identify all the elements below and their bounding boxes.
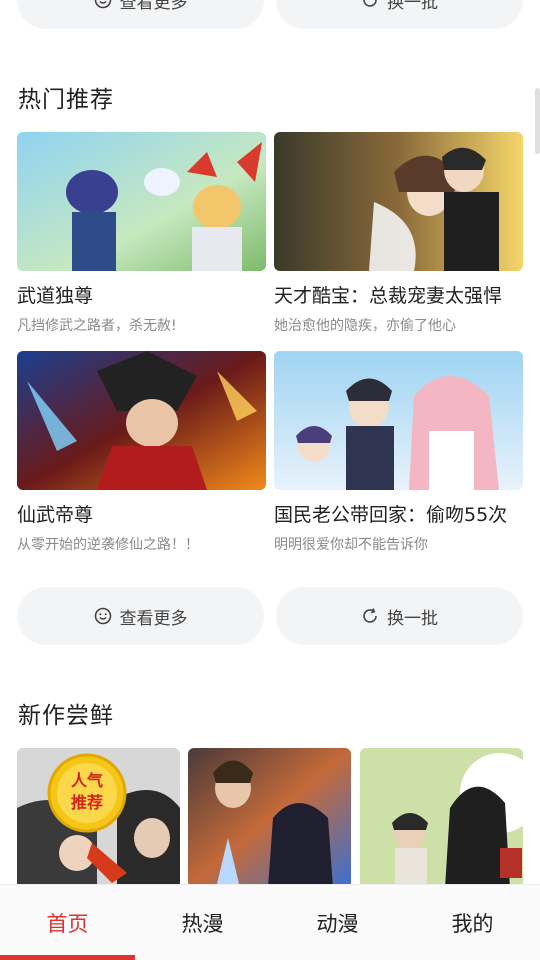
comic-card[interactable]: 国民老公带回家：偷吻55次 明明很爱你却不能告诉你 (274, 351, 523, 554)
comic-title: 国民老公带回家：偷吻55次 (274, 504, 508, 526)
refresh-icon (361, 607, 379, 625)
refresh-button[interactable]: 换一批 (276, 0, 523, 29)
more-label: 查看更多 (119, 0, 188, 13)
refresh-label: 换一批 (387, 0, 438, 13)
comic-card[interactable]: 仙武帝尊 从零开始的逆袭修仙之路！！ (17, 351, 266, 554)
more-button[interactable]: 查看更多 (17, 587, 264, 645)
smile-icon (94, 0, 112, 9)
comic-card[interactable]: 武道独尊 凡挡修武之路者，杀无赦! (17, 132, 266, 335)
nav-tab-label: 热漫 (181, 911, 224, 936)
comic-title: 仙武帝尊 (17, 504, 94, 526)
refresh-button[interactable]: 换一批 (276, 587, 523, 645)
svg-text:人气: 人气 (71, 771, 103, 790)
svg-text:推荐: 推荐 (71, 793, 103, 812)
more-button[interactable]: 查看更多 (17, 0, 264, 29)
comic-subtitle: 从零开始的逆袭修仙之路！！ (17, 537, 199, 553)
comic-subtitle: 她治愈他的隐疾，亦偷了他心 (274, 318, 456, 334)
nav-tab-mine[interactable]: 我的 (405, 885, 540, 960)
nav-tab-home[interactable]: 首页 (0, 885, 135, 960)
bottom-nav: 首页 热漫 动漫 我的 (0, 885, 540, 960)
comic-cover (274, 351, 523, 490)
comic-title: 武道独尊 (17, 285, 94, 307)
comic-subtitle: 明明很爱你却不能告诉你 (274, 537, 428, 553)
top-button-row: 查看更多 换一批 (17, 0, 523, 29)
nav-tab-label: 我的 (451, 911, 494, 936)
active-tab-indicator (0, 955, 135, 960)
smile-icon (94, 607, 112, 625)
new-comic-card[interactable] (360, 748, 523, 888)
comic-title: 天才酷宝：总裁宠妻太强悍 (274, 285, 503, 307)
nav-tab-hot[interactable]: 热漫 (135, 885, 270, 960)
nav-tab-label: 动漫 (316, 911, 359, 936)
hot-button-row: 查看更多 换一批 (17, 587, 523, 645)
refresh-icon (361, 0, 379, 9)
more-label: 查看更多 (119, 608, 188, 629)
scrollbar-thumb[interactable] (535, 88, 540, 154)
new-comic-card[interactable]: 人气 推荐 (17, 748, 180, 888)
nav-tab-label: 首页 (46, 911, 89, 936)
comic-cover (17, 351, 266, 490)
comic-cover (17, 132, 266, 271)
comic-card[interactable]: 天才酷宝：总裁宠妻太强悍 她治愈他的隐疾，亦偷了他心 (274, 132, 523, 335)
nav-tab-anime[interactable]: 动漫 (270, 885, 405, 960)
new-comic-card[interactable] (188, 748, 351, 888)
section-title-hot: 热门推荐 (18, 87, 114, 113)
comic-cover (274, 132, 523, 271)
comic-subtitle: 凡挡修武之路者，杀无赦! (17, 318, 177, 334)
refresh-label: 换一批 (387, 608, 438, 629)
section-title-new: 新作尝鲜 (18, 703, 114, 729)
